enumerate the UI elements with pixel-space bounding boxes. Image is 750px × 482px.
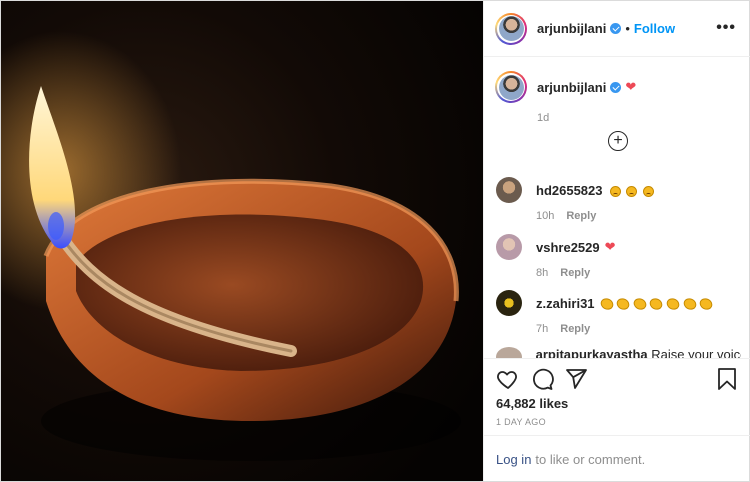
avatar[interactable]	[495, 12, 527, 45]
verified-badge-icon	[610, 81, 622, 93]
clap-emoji-icon	[681, 296, 698, 312]
reply-button[interactable]: Reply	[560, 267, 590, 279]
post-header: arjunbijlani • Follow •••	[484, 1, 750, 57]
clap-emoji-icon	[648, 296, 665, 312]
more-options-icon[interactable]: •••	[716, 19, 736, 37]
avatar-frame	[497, 14, 525, 43]
share-icon[interactable]	[564, 367, 588, 391]
clap-emoji-icon	[632, 296, 648, 312]
action-bar: 64,882 likes 1 DAY AGO Log in to like or…	[484, 358, 750, 481]
caption-username[interactable]: arjunbijlani	[537, 80, 606, 95]
sad-face-emoji-icon	[609, 185, 621, 197]
clap-emoji-icon	[698, 296, 714, 312]
verified-badge-icon	[610, 23, 622, 34]
comment-item: hd2655823 10h Reply	[496, 177, 741, 222]
comment-emojis	[598, 296, 714, 312]
likes-count[interactable]: 64,882 likes	[496, 396, 568, 411]
reply-button[interactable]: Reply	[560, 323, 590, 335]
post-sidebar: arjunbijlani • Follow ••• arjunbijlani ❤…	[483, 1, 750, 481]
comment-username[interactable]: vshre2529	[536, 240, 600, 255]
comment-time: 10h	[536, 210, 555, 222]
follow-button[interactable]: Follow	[634, 21, 675, 36]
avatar-image	[498, 16, 524, 41]
heart-emoji: ❤	[604, 239, 616, 254]
comment-username[interactable]: z.zahiri31	[536, 296, 595, 311]
comment-item: vshre2529 ❤ 8h Reply	[496, 234, 741, 279]
comment-item: z.zahiri31 7h Reply	[496, 290, 741, 335]
login-link[interactable]: Log in	[496, 452, 531, 467]
caption: arjunbijlani ❤ 1d	[495, 71, 740, 124]
reply-button[interactable]: Reply	[566, 210, 596, 222]
header-username[interactable]: arjunbijlani	[537, 21, 606, 36]
caption-avatar-frame	[497, 73, 525, 101]
post-image[interactable]	[1, 1, 483, 481]
comment-icon[interactable]	[530, 367, 554, 391]
comment-avatar[interactable]	[496, 234, 522, 260]
login-text: to like or comment.	[535, 451, 646, 467]
separator-dot: •	[625, 21, 630, 36]
post-date: 1 DAY AGO	[496, 417, 546, 427]
comment-emojis	[608, 183, 654, 198]
heart-emoji: ❤	[625, 79, 637, 94]
caption-time: 1d	[537, 112, 550, 124]
comment-avatar[interactable]	[496, 290, 522, 316]
diya-lamp-image	[1, 1, 483, 481]
sad-face-emoji-icon	[626, 185, 638, 197]
save-icon[interactable]	[716, 367, 738, 391]
clap-emoji-icon	[598, 296, 615, 312]
clap-emoji-icon	[615, 296, 631, 312]
comment-avatar[interactable]	[496, 177, 522, 203]
sad-face-emoji-icon	[642, 185, 654, 197]
caption-avatar[interactable]	[495, 71, 527, 103]
caption-avatar-image	[498, 74, 524, 100]
comment-time: 7h	[536, 323, 549, 335]
login-prompt: Log in to like or comment.	[484, 435, 750, 482]
add-comment-icon[interactable]: +	[608, 131, 628, 151]
like-icon[interactable]	[496, 367, 520, 391]
post-container: arjunbijlani • Follow ••• arjunbijlani ❤…	[0, 0, 750, 482]
clap-emoji-icon	[665, 296, 681, 312]
comment-username[interactable]: hd2655823	[536, 183, 603, 198]
comment-time: 8h	[536, 267, 549, 279]
